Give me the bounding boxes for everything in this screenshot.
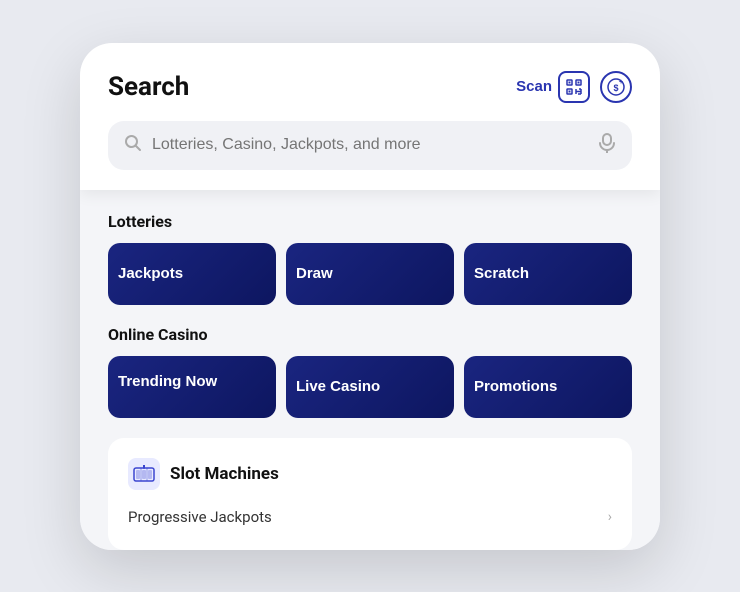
progressive-jackpots-label: Progressive Jackpots <box>128 508 272 526</box>
search-bar <box>108 121 632 170</box>
header-actions: Scan <box>516 71 632 103</box>
promotions-button[interactable]: Promotions <box>464 356 632 418</box>
lotteries-buttons: Jackpots Draw Scratch <box>108 243 632 305</box>
scratch-button[interactable]: Scratch <box>464 243 632 305</box>
phone-card: Search Scan <box>80 43 660 550</box>
online-casino-section: Online Casino Trending Now Live Casino P… <box>108 325 632 418</box>
progressive-jackpots-item[interactable]: Progressive Jackpots › <box>128 504 612 530</box>
search-input[interactable] <box>152 136 588 154</box>
jackpots-button[interactable]: Jackpots <box>108 243 276 305</box>
header-top: Search Scan <box>108 71 632 103</box>
casino-buttons: Trending Now Live Casino Promotions <box>108 356 632 418</box>
lotteries-title: Lotteries <box>108 212 632 231</box>
slot-card-header: Slot Machines <box>128 458 612 490</box>
header-section: Search Scan <box>80 43 660 190</box>
slot-machines-card: Slot Machines Progressive Jackpots › <box>108 438 632 550</box>
draw-button[interactable]: Draw <box>286 243 454 305</box>
slot-machines-title: Slot Machines <box>170 464 279 484</box>
svg-text:$: $ <box>613 83 618 93</box>
scan-label: Scan <box>516 78 552 95</box>
qr-icon <box>558 71 590 103</box>
trending-now-button[interactable]: Trending Now <box>108 356 276 418</box>
chevron-right-icon: › <box>608 509 612 525</box>
slot-machine-icon <box>128 458 160 490</box>
search-icon <box>124 134 142 157</box>
content-section: Lotteries Jackpots Draw Scratch Online C… <box>80 190 660 550</box>
svg-text:+: + <box>619 79 623 86</box>
scan-button[interactable]: Scan <box>516 71 590 103</box>
online-casino-title: Online Casino <box>108 325 632 344</box>
page-title: Search <box>108 72 189 102</box>
coin-icon[interactable]: $ + <box>600 71 632 103</box>
live-casino-button[interactable]: Live Casino <box>286 356 454 418</box>
lotteries-section: Lotteries Jackpots Draw Scratch <box>108 212 632 305</box>
microphone-icon[interactable] <box>598 133 616 158</box>
